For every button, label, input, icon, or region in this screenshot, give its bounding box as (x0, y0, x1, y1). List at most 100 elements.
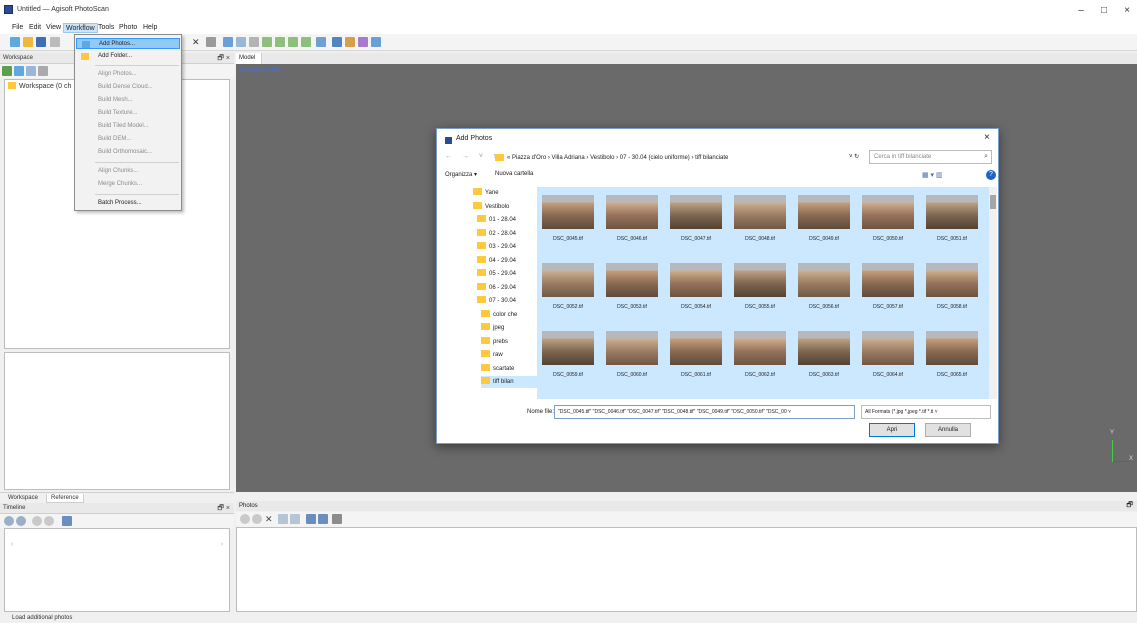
menu-item-build-texture[interactable]: Build Texture... (76, 108, 180, 119)
crop-icon[interactable] (206, 37, 216, 47)
minimize-button[interactable]: – (1074, 5, 1088, 16)
view-options-icon[interactable]: ▦ ▾ ▥ (922, 171, 943, 179)
reset-view-icon[interactable] (301, 37, 311, 47)
file-tile[interactable]: DSC_0059.tif (537, 323, 599, 387)
search-input[interactable]: Cerca in tiff bilanciate ⌕ (869, 150, 992, 164)
file-tile[interactable]: DSC_0045.tif (537, 187, 599, 251)
menu-workflow[interactable]: Workflow (63, 23, 98, 33)
refresh-button[interactable]: ˅ ↻ (849, 153, 859, 160)
file-tile[interactable]: DSC_0050.tif (857, 187, 919, 251)
file-tile[interactable]: DSC_0052.tif (537, 255, 599, 319)
photos-reset-icon[interactable] (318, 514, 328, 524)
filename-input[interactable]: "DSC_0045.tif" "DSC_0046.tif" "DSC_0047.… (554, 405, 855, 419)
menu-tools[interactable]: Tools (96, 23, 116, 33)
cancel-button[interactable]: Annulla (925, 423, 971, 437)
menu-item-build-mesh[interactable]: Build Mesh... (76, 95, 180, 106)
photos-panel-control[interactable]: 🗗 (1126, 501, 1133, 511)
menu-item-add-photos[interactable]: Add Photos... (76, 38, 180, 49)
timeline-record-icon[interactable] (44, 516, 54, 526)
add-marker-icon[interactable] (26, 66, 36, 76)
zoom-out-icon[interactable] (288, 37, 298, 47)
menu-item-batch-process[interactable]: Batch Process... (76, 198, 180, 209)
dense-cloud-icon[interactable] (332, 37, 342, 47)
menu-item-align-chunks[interactable]: Align Chunks... (76, 166, 180, 177)
file-tile[interactable]: DSC_0064.tif (857, 323, 919, 387)
timeline-scroll-right[interactable]: › (221, 541, 223, 548)
file-type-select[interactable]: All Formats (*.jpg *.jpeg *.tif *.ti ˅ (861, 405, 991, 419)
address-bar[interactable]: « Piazza d'Oro › Villa Adriana › Vestibo… (507, 152, 847, 164)
file-tile[interactable]: DSC_0051.tif (921, 187, 983, 251)
file-tile[interactable]: DSC_0046.tif (601, 187, 663, 251)
timeline-zoom-in-icon[interactable] (4, 516, 14, 526)
texture-icon[interactable] (358, 37, 368, 47)
photos-mask-icon[interactable] (306, 514, 316, 524)
timeline-play-icon[interactable] (32, 516, 42, 526)
remove-icon[interactable]: ✕ (192, 37, 202, 47)
navigation-icon[interactable] (262, 37, 272, 47)
file-tile[interactable]: DSC_0049.tif (793, 187, 855, 251)
photos-disable-icon[interactable] (290, 514, 300, 524)
menu-view[interactable]: View (44, 23, 63, 33)
menu-file[interactable]: File (10, 23, 25, 33)
region-icon[interactable] (236, 37, 246, 47)
cameras-icon[interactable] (371, 37, 381, 47)
file-tile[interactable]: DSC_0057.tif (857, 255, 919, 319)
tab-model[interactable]: Model (236, 53, 262, 64)
tab-reference[interactable]: Reference (46, 494, 84, 503)
photos-enable-icon[interactable] (278, 514, 288, 524)
zoom-in-icon[interactable] (275, 37, 285, 47)
menu-photo[interactable]: Photo (117, 23, 139, 33)
menu-item-build-orthomosaic[interactable]: Build Orthomosaic... (76, 147, 180, 158)
file-tile[interactable]: DSC_0055.tif (729, 255, 791, 319)
file-list[interactable]: DSC_0045.tif DSC_0046.tif DSC_0047.tif DSC_… (537, 187, 989, 399)
new-folder-button[interactable]: Nuova cartella (495, 171, 533, 177)
menu-help[interactable]: Help (141, 23, 159, 33)
maximize-button[interactable]: □ (1097, 5, 1111, 16)
file-tile[interactable]: DSC_0054.tif (665, 255, 727, 319)
undo-icon[interactable] (50, 37, 60, 47)
file-tile[interactable]: DSC_0060.tif (601, 323, 663, 387)
menu-item-add-folder[interactable]: Add Folder... (76, 51, 180, 62)
save-project-icon[interactable] (36, 37, 46, 47)
file-tile[interactable]: DSC_0063.tif (793, 323, 855, 387)
workspace-tool-icon[interactable] (38, 66, 48, 76)
file-tile[interactable]: DSC_0065.tif (921, 323, 983, 387)
timeline-zoom-out-icon[interactable] (16, 516, 26, 526)
file-tile[interactable]: DSC_0062.tif (729, 323, 791, 387)
photos-zoom-in-icon[interactable] (240, 514, 250, 524)
photos-area[interactable] (236, 527, 1137, 612)
mesh-icon[interactable] (345, 37, 355, 47)
help-icon[interactable]: ? (986, 170, 996, 180)
open-button[interactable]: Apri (869, 423, 915, 437)
dialog-close-button[interactable]: × (984, 132, 990, 143)
workspace-panel-controls[interactable]: 🗗 × (217, 53, 230, 64)
timeline-settings-icon[interactable] (62, 516, 72, 526)
file-tile[interactable]: DSC_0056.tif (793, 255, 855, 319)
menu-edit[interactable]: Edit (27, 23, 43, 33)
photos-remove-icon[interactable]: ✕ (265, 514, 275, 524)
file-tile[interactable]: DSC_0058.tif (921, 255, 983, 319)
new-project-icon[interactable] (10, 37, 20, 47)
file-list-scrollbar[interactable] (989, 187, 997, 399)
timeline-panel-controls[interactable]: 🗗 × (217, 503, 230, 514)
close-button[interactable]: × (1120, 5, 1134, 16)
file-tile[interactable]: DSC_0053.tif (601, 255, 663, 319)
file-tile[interactable]: DSC_0061.tif (665, 323, 727, 387)
workspace-root-item[interactable]: Workspace (0 ch (8, 82, 71, 90)
point-cloud-icon[interactable] (316, 37, 326, 47)
menu-item-build-dem[interactable]: Build DEM... (76, 134, 180, 145)
file-tile[interactable]: DSC_0048.tif (729, 187, 791, 251)
timeline-scroll-left[interactable]: ‹ (11, 541, 13, 548)
organize-button[interactable]: Organizza ▾ (445, 171, 477, 178)
menu-item-build-dense-cloud[interactable]: Build Dense Cloud... (76, 82, 180, 93)
open-project-icon[interactable] (23, 37, 33, 47)
nav-arrows[interactable]: ← → ˅ ↑ (445, 153, 500, 160)
menu-item-merge-chunks[interactable]: Merge Chunks... (76, 179, 180, 190)
file-list-scroll-thumb[interactable] (990, 195, 996, 209)
add-chunk-icon[interactable] (2, 66, 12, 76)
file-tile[interactable]: DSC_0047.tif (665, 187, 727, 251)
photos-view-icon[interactable] (332, 514, 342, 524)
menu-item-build-tiled-model[interactable]: Build Tiled Model... (76, 121, 180, 132)
rotate-icon[interactable] (249, 37, 259, 47)
menu-item-align-photos[interactable]: Align Photos... (76, 69, 180, 80)
